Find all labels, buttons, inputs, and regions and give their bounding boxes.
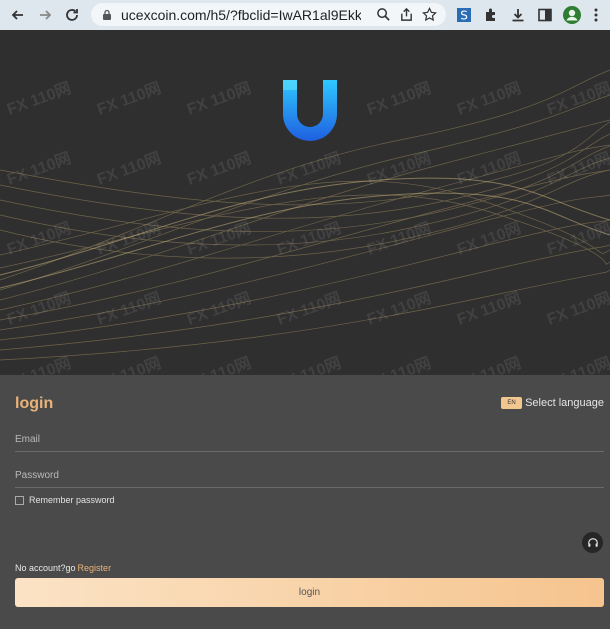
share-icon[interactable]: [398, 6, 415, 23]
lock-icon: [103, 9, 111, 20]
register-prompt: No account?go Register: [15, 563, 111, 573]
language-selector[interactable]: EN Select language: [501, 397, 604, 409]
browser-toolbar: ucexcoin.com/h5/?fbclid=IwAR1al9EkkE... …: [0, 0, 610, 30]
no-account-text: No account?go: [15, 563, 76, 573]
email-field-row: [15, 428, 604, 452]
remember-password-row[interactable]: Remember password: [15, 495, 115, 505]
register-link[interactable]: Register: [78, 563, 112, 573]
remember-label: Remember password: [29, 495, 115, 505]
s-extension-icon[interactable]: S: [453, 4, 475, 26]
zoom-icon[interactable]: [375, 6, 392, 23]
u-logo-icon: [283, 80, 337, 141]
login-title: login: [15, 395, 54, 412]
sidepanel-icon[interactable]: [534, 4, 556, 26]
back-icon[interactable]: [5, 2, 31, 28]
download-icon[interactable]: [507, 4, 529, 26]
bookmark-star-icon[interactable]: [421, 6, 438, 23]
puzzle-extensions-icon[interactable]: [480, 4, 502, 26]
customer-support-button[interactable]: [582, 532, 603, 553]
language-flag-badge[interactable]: EN: [501, 397, 523, 409]
url-text[interactable]: ucexcoin.com/h5/?fbclid=IwAR1al9EkkE...: [121, 7, 361, 23]
remember-checkbox[interactable]: [15, 495, 24, 505]
email-input[interactable]: [15, 434, 604, 445]
headset-icon: [587, 537, 598, 547]
language-label[interactable]: Select language: [525, 397, 604, 409]
reload-icon[interactable]: [59, 2, 85, 28]
more-menu-icon[interactable]: [585, 4, 607, 26]
password-input[interactable]: [15, 470, 604, 481]
login-panel: login EN Select language Remember passwo…: [0, 375, 610, 629]
password-field-row: [15, 464, 604, 488]
address-bar[interactable]: ucexcoin.com/h5/?fbclid=IwAR1al9EkkE...: [91, 3, 446, 26]
hero-banner: [0, 30, 610, 375]
login-button[interactable]: login: [15, 578, 604, 607]
profile-avatar-icon[interactable]: [561, 4, 583, 26]
forward-icon[interactable]: [32, 2, 58, 28]
svg-text:S: S: [460, 9, 468, 23]
